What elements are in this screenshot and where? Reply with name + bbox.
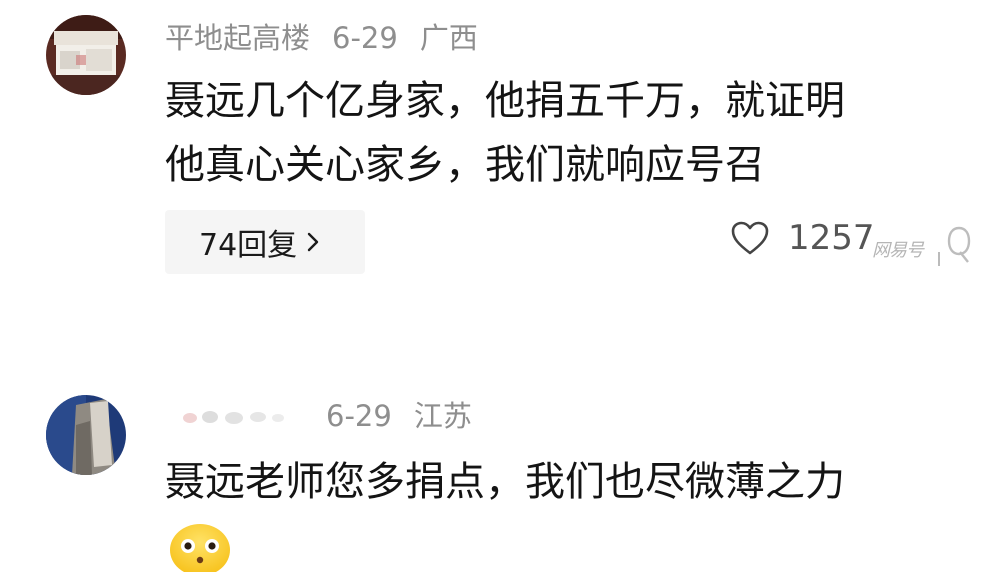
smiley-emoji-icon [168, 520, 232, 572]
comment-meta: 6-29 江苏 [326, 396, 494, 436]
like-count: 1257 [788, 218, 875, 258]
blurred-username [180, 406, 290, 428]
comment-item: 平地起高楼 6-29 广西 聂远几个亿身家，他捐五千万，就证明 他真心关心家乡，我们… [0, 0, 984, 300]
comment-meta: 平地起高楼 6-29 广西 [165, 18, 500, 58]
chevron-right-icon [305, 231, 321, 253]
comment-date: 6-29 [326, 399, 392, 433]
comment-list: 平地起高楼 6-29 广西 聂远几个亿身家，他捐五千万，就证明 他真心关心家乡，我们… [0, 0, 984, 572]
avatar[interactable] [46, 395, 126, 475]
comment-location: 江苏 [413, 399, 472, 433]
watermark-logo-icon [946, 224, 972, 268]
heart-outline-icon [730, 220, 770, 256]
like-button[interactable]: 1257 [730, 218, 875, 258]
comment-text: 聂远几个亿身家，他捐五千万，就证明 他真心关心家乡，我们就响应号召 [165, 78, 845, 188]
replies-button[interactable]: 74回复 [165, 210, 365, 274]
avatar[interactable] [46, 15, 126, 95]
watermark: 网易号 [872, 240, 924, 261]
watermark-divider [938, 252, 940, 266]
comment-item: 6-29 江苏 聂远老师您多捐点，我们也尽微薄之力 [0, 380, 984, 572]
comment-date: 6-29 [332, 21, 398, 55]
comment-text: 聂远老师您多捐点，我们也尽微薄之力 [165, 459, 845, 505]
comment-location: 广西 [419, 21, 478, 55]
replies-label: 74回复 [199, 228, 298, 263]
username[interactable]: 平地起高楼 [165, 21, 310, 55]
